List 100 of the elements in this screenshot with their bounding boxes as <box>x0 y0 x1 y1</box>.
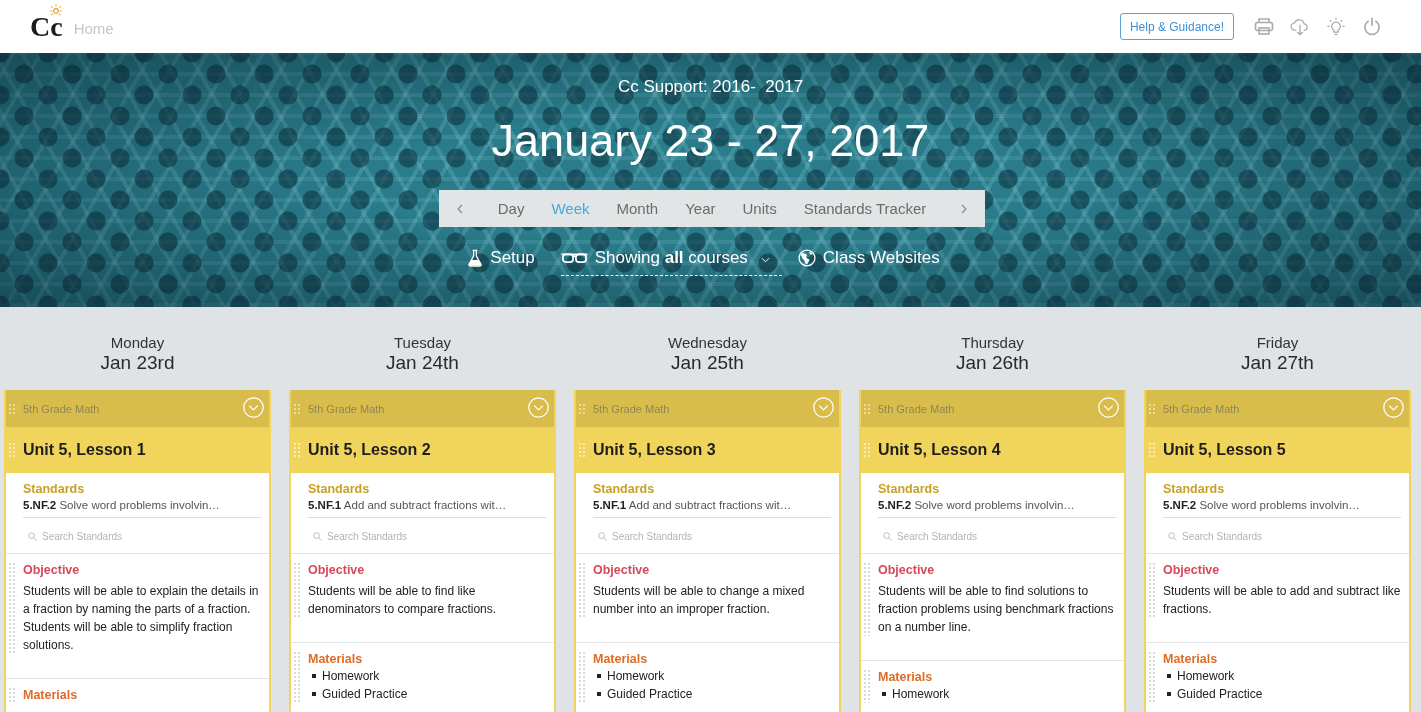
globe-icon <box>797 249 816 267</box>
drag-handle-icon[interactable] <box>578 402 585 415</box>
chevron-circle-icon[interactable] <box>813 396 834 418</box>
lesson-title[interactable]: Unit 5, Lesson 5 <box>1163 441 1286 459</box>
chevron-circle-icon[interactable] <box>1098 396 1119 418</box>
weekday-label: Monday <box>110 334 165 352</box>
section-heading: Materials <box>593 651 649 667</box>
setup-button[interactable]: Setup <box>467 243 535 276</box>
course-name: 5th Grade Math <box>1163 402 1241 415</box>
section-heading: Materials <box>23 687 79 703</box>
drag-handle-icon[interactable] <box>293 402 300 415</box>
view-tab[interactable]: Month <box>603 190 672 227</box>
material-item[interactable]: Guided Practice <box>322 685 408 703</box>
drag-handle-icon[interactable] <box>8 442 15 458</box>
standard-item[interactable]: 5.NF.1 Add and subtract fractions wit… <box>308 497 546 518</box>
print-icon[interactable] <box>1254 17 1274 36</box>
section-heading: Standards <box>308 481 371 497</box>
material-item[interactable]: Homework <box>322 667 380 685</box>
bullet-icon <box>1167 674 1171 678</box>
drag-handle-icon[interactable] <box>863 402 870 415</box>
lesson-title[interactable]: Unit 5, Lesson 4 <box>878 441 1001 459</box>
drag-handle-icon[interactable] <box>293 442 300 458</box>
lesson-title[interactable]: Unit 5, Lesson 1 <box>23 441 146 459</box>
course-name: 5th Grade Math <box>23 402 101 415</box>
chevron-circle-icon[interactable] <box>528 396 549 418</box>
view-tab[interactable]: Year <box>671 190 729 227</box>
section-heading: Objective <box>1163 562 1221 578</box>
search-field[interactable]: Search Standards <box>327 528 546 544</box>
glasses-icon <box>560 252 588 264</box>
section-heading: Materials <box>1163 651 1219 667</box>
lesson-title[interactable]: Unit 5, Lesson 2 <box>308 441 431 459</box>
date-label: Jan 24th <box>386 352 459 374</box>
drag-handle-icon[interactable] <box>1148 651 1155 703</box>
date-label: Jan 23rd <box>100 352 175 374</box>
drag-handle-icon[interactable] <box>863 562 870 636</box>
section-heading: Materials <box>878 669 934 685</box>
search-field[interactable]: Search Standards <box>1182 528 1401 544</box>
section-heading: Objective <box>308 562 366 578</box>
drag-handle-icon[interactable] <box>1148 402 1155 415</box>
drag-handle-icon[interactable] <box>8 402 15 415</box>
standard-item[interactable]: 5.NF.2 Solve word problems involvin… <box>23 497 261 518</box>
drag-handle-icon[interactable] <box>8 562 15 654</box>
material-item[interactable]: Guided Practice <box>607 685 693 703</box>
help-button[interactable]: Help & Guidance! <box>1119 13 1234 40</box>
standard-item[interactable]: 5.NF.2 Solve word problems involvin… <box>878 497 1116 518</box>
search-icon <box>883 531 892 541</box>
search-icon <box>598 531 607 541</box>
search-field[interactable]: Search Standards <box>612 528 831 544</box>
drag-handle-icon[interactable] <box>293 562 300 618</box>
drag-handle-icon[interactable] <box>578 562 585 618</box>
drag-handle-icon[interactable] <box>863 669 870 703</box>
course-name: 5th Grade Math <box>308 402 386 415</box>
drag-handle-icon[interactable] <box>863 442 870 458</box>
view-tab[interactable]: Standards Tracker <box>790 190 940 227</box>
drag-handle-icon[interactable] <box>578 442 585 458</box>
search-field[interactable]: Search Standards <box>897 528 1116 544</box>
material-item[interactable]: Homework <box>607 667 665 685</box>
objective-text: Students will be able to add and subtract like fractions. <box>1163 583 1402 618</box>
cloud-download-icon[interactable] <box>1290 17 1310 36</box>
chevron-circle-icon[interactable] <box>243 396 264 418</box>
weekday-label: Tuesday <box>394 334 451 352</box>
material-item[interactable]: Homework <box>892 685 950 703</box>
course-name: 5th Grade Math <box>878 402 956 415</box>
chevron-circle-icon[interactable] <box>1383 396 1404 418</box>
weekday-label: Wednesday <box>668 334 747 352</box>
class-websites-button[interactable]: Class Websites <box>797 243 940 276</box>
course-filter-dropdown[interactable]: Showing all courses <box>560 243 782 276</box>
lesson-title[interactable]: Unit 5, Lesson 3 <box>593 441 716 459</box>
view-tab[interactable]: Units <box>729 190 791 227</box>
objective-text: Students will be able to find solutions to fraction problems using benchmark fractions on a number line. <box>878 583 1115 636</box>
drag-handle-icon[interactable] <box>578 651 585 703</box>
logo[interactable]: Cc <box>30 12 63 41</box>
material-item[interactable]: Homework <box>1177 667 1235 685</box>
course-name: 5th Grade Math <box>593 402 671 415</box>
standard-item[interactable]: 5.NF.1 Add and subtract fractions wit… <box>593 497 831 518</box>
section-heading: Standards <box>23 481 86 497</box>
weekday-label: Friday <box>1256 334 1299 352</box>
section-heading: Objective <box>593 562 651 578</box>
view-tab[interactable]: Day <box>484 190 538 227</box>
section-heading: Standards <box>593 481 656 497</box>
date-label: Jan 27th <box>1241 352 1314 374</box>
drag-handle-icon[interactable] <box>8 687 15 703</box>
standard-item[interactable]: 5.NF.2 Solve word problems involvin… <box>1163 497 1401 518</box>
material-item[interactable]: Guided Practice <box>1177 685 1263 703</box>
drag-handle-icon[interactable] <box>1148 562 1155 618</box>
section-heading: Standards <box>878 481 941 497</box>
flask-icon <box>467 249 484 267</box>
power-icon[interactable] <box>1362 17 1382 36</box>
bullet-icon <box>312 674 316 678</box>
drag-handle-icon[interactable] <box>293 651 300 703</box>
chevron-down-icon <box>760 256 770 263</box>
chevron-right-icon <box>961 203 967 214</box>
drag-handle-icon[interactable] <box>1148 442 1155 458</box>
search-field[interactable]: Search Standards <box>42 528 261 544</box>
lightbulb-icon[interactable] <box>1326 17 1346 36</box>
bullet-icon <box>882 692 886 696</box>
bullet-icon <box>597 692 601 696</box>
section-heading: Standards <box>1163 481 1226 497</box>
objective-text: Students will be able to explain the details in a fraction by naming the parts of a fraction. Students will be able to simplify fraction solutions. <box>23 583 260 654</box>
bullet-icon <box>597 674 601 678</box>
